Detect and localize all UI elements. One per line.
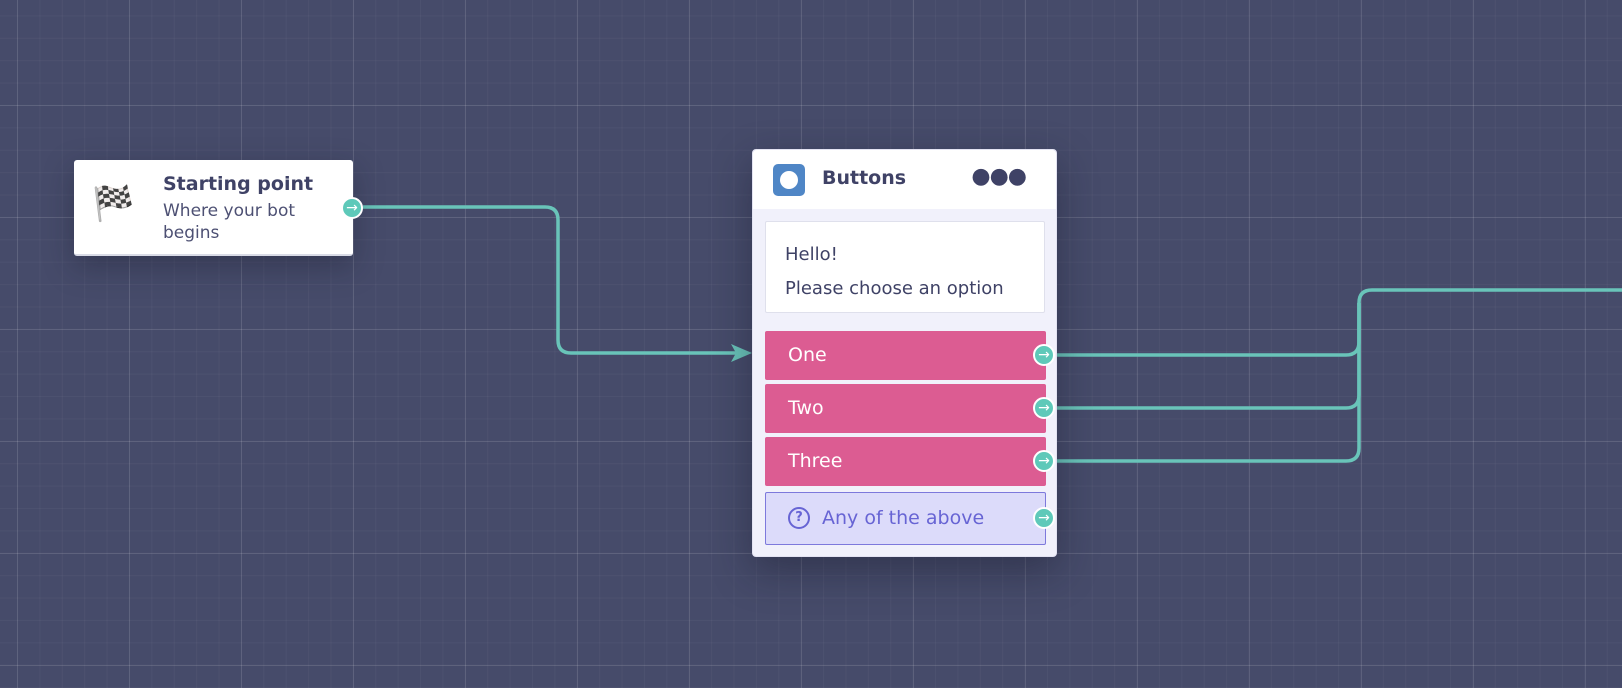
checkered-flag-icon: 🏁	[92, 184, 135, 224]
arrow-right-icon: →	[1038, 510, 1050, 526]
arrow-right-icon: →	[346, 200, 358, 216]
option-button-one[interactable]: One	[765, 331, 1046, 380]
option-label: One	[788, 344, 827, 366]
message-line: Hello!	[785, 244, 838, 265]
buttons-node-title: Buttons	[822, 167, 907, 189]
message-box[interactable]: Hello! Please choose an option	[765, 221, 1045, 313]
connector-three	[1054, 303, 1361, 463]
fallback-option[interactable]: ? Any of the above	[765, 492, 1046, 545]
more-horizontal-icon[interactable]: ●●●	[971, 160, 1027, 194]
start-node[interactable]: 🏁 Starting point Where your bot begins	[74, 160, 353, 256]
arrow-right-icon: →	[1038, 400, 1050, 416]
flow-canvas[interactable]: 🏁 Starting point Where your bot begins →…	[0, 0, 1622, 688]
option-label: Three	[788, 450, 843, 472]
buttons-node[interactable]: Buttons ●●● Hello! Please choose an opti…	[752, 149, 1057, 557]
option-two-output-port[interactable]: →	[1033, 397, 1055, 419]
connector-arrowhead	[731, 344, 752, 362]
arrow-right-icon: →	[1038, 347, 1050, 363]
start-node-output-port[interactable]: →	[341, 197, 363, 219]
start-node-subtitle: Where your bot begins	[163, 201, 296, 243]
fallback-output-port[interactable]: →	[1033, 507, 1055, 529]
connector-one	[1054, 288, 1622, 357]
start-node-title: Starting point	[163, 173, 314, 195]
question-circle-icon: ?	[788, 507, 810, 529]
option-three-output-port[interactable]: →	[1033, 450, 1055, 472]
message-line: Please choose an option	[785, 278, 1004, 299]
option-one-output-port[interactable]: →	[1033, 344, 1055, 366]
connector-two	[1054, 303, 1361, 410]
buttons-node-header: Buttons ●●●	[753, 150, 1056, 209]
option-label: Two	[788, 397, 824, 419]
connector-start-to-buttons	[363, 205, 737, 355]
option-button-two[interactable]: Two	[765, 384, 1046, 433]
arrow-right-icon: →	[1038, 453, 1050, 469]
option-button-three[interactable]: Three	[765, 437, 1046, 486]
buttons-block-icon	[773, 164, 805, 196]
fallback-label: Any of the above	[822, 507, 985, 529]
